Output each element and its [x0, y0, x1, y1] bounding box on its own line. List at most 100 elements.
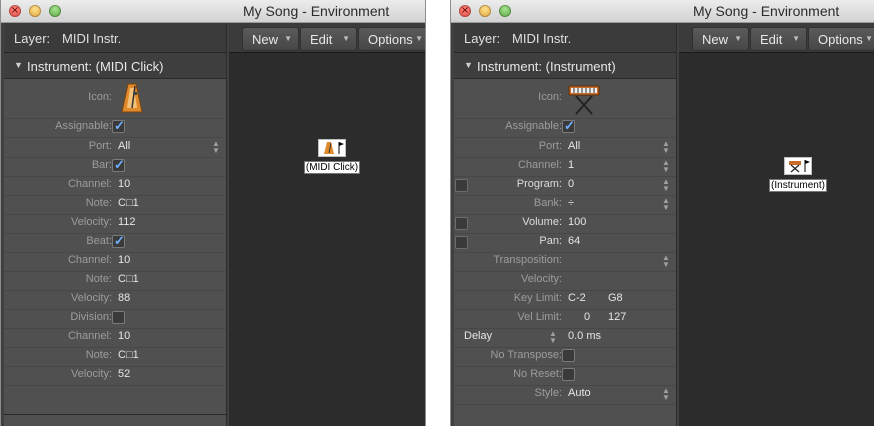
- param-no-transpose: No Transpose:: [454, 347, 676, 367]
- edit-menu-label: Edit: [760, 32, 783, 47]
- no-transpose-checkbox[interactable]: [562, 349, 575, 362]
- param-label: Volume:: [522, 216, 562, 228]
- options-menu[interactable]: Options ▼: [808, 27, 874, 51]
- param-icon: Icon:: [454, 79, 676, 119]
- bar-velocity-value[interactable]: 112: [118, 216, 136, 228]
- title-bar[interactable]: × My Song - Environment: [1, 0, 425, 23]
- no-reset-checkbox[interactable]: [562, 368, 575, 381]
- edit-menu[interactable]: Edit ▼: [750, 27, 807, 51]
- param-velocity: Velocity:: [454, 271, 676, 291]
- param-label: Port:: [538, 140, 562, 152]
- beat-velocity-value[interactable]: 88: [118, 292, 130, 304]
- key-limit-high[interactable]: G8: [608, 292, 623, 304]
- environment-canvas[interactable]: (Instrument): [679, 53, 874, 426]
- style-value[interactable]: Auto: [568, 387, 591, 399]
- instrument-object[interactable]: (Instrument): [763, 157, 833, 193]
- pan-checkbox[interactable]: [455, 236, 468, 249]
- disclosure-triangle-icon[interactable]: ▼: [464, 60, 473, 70]
- param-bar-channel: Channel: 10: [4, 176, 226, 196]
- layer-value[interactable]: MIDI Instr.: [62, 31, 121, 46]
- bank-value[interactable]: ÷: [568, 197, 574, 209]
- parameter-box-header[interactable]: ▼ Instrument: (MIDI Click): [4, 53, 226, 79]
- vel-limit-high[interactable]: 127: [608, 311, 626, 323]
- window-title: My Song - Environment: [693, 3, 840, 19]
- channel-value[interactable]: 1: [568, 159, 574, 171]
- layer-value[interactable]: MIDI Instr.: [512, 31, 571, 46]
- new-menu[interactable]: New ▼: [242, 27, 299, 51]
- disclosure-triangle-icon[interactable]: ▼: [14, 60, 23, 70]
- volume-value[interactable]: 100: [568, 216, 586, 228]
- bar-channel-value[interactable]: 10: [118, 178, 130, 190]
- environment-window-midi-click: × My Song - Environment Layer: MIDI Inst…: [0, 0, 426, 426]
- stepper-icon[interactable]: ▲ ▼: [662, 387, 670, 402]
- object-name: Instrument: (Instrument): [477, 59, 616, 74]
- edit-menu-label: Edit: [310, 32, 333, 47]
- metronome-icon[interactable]: [121, 82, 143, 114]
- bar-note-value[interactable]: C□1: [118, 197, 139, 209]
- param-label: Assignable:: [505, 120, 562, 132]
- edit-menu[interactable]: Edit ▼: [300, 27, 357, 51]
- object-label[interactable]: (Instrument): [769, 179, 827, 192]
- chevron-down-icon: ▼: [415, 34, 423, 43]
- beat-note-value[interactable]: C□1: [118, 273, 139, 285]
- stepper-icon[interactable]: ▲ ▼: [212, 140, 220, 155]
- param-port: Port: All ▲ ▼: [454, 138, 676, 158]
- param-label: Division:: [70, 311, 112, 323]
- param-key-limit: Key Limit: C-2 G8: [454, 290, 676, 310]
- close-button[interactable]: ×: [9, 5, 21, 17]
- port-value[interactable]: All: [568, 140, 580, 152]
- beat-channel-value[interactable]: 10: [118, 254, 130, 266]
- close-button[interactable]: ×: [459, 5, 471, 17]
- param-label: Icon:: [538, 91, 562, 103]
- title-bar[interactable]: × My Song - Environment: [451, 0, 874, 23]
- delay-value[interactable]: 0.0 ms: [568, 330, 601, 342]
- division-checkbox[interactable]: [112, 311, 125, 324]
- close-icon: ×: [10, 5, 20, 16]
- stepper-icon[interactable]: ▲ ▼: [662, 197, 670, 212]
- param-label: Transposition:: [493, 254, 562, 266]
- environment-canvas[interactable]: (MIDI Click): [229, 53, 425, 426]
- close-icon: ×: [460, 5, 470, 16]
- new-menu-label: New: [252, 32, 279, 47]
- key-limit-low[interactable]: C-2: [568, 292, 586, 304]
- param-beat-note: Note: C□1: [4, 271, 226, 291]
- assignable-checkbox[interactable]: ✓: [562, 118, 575, 133]
- pan-value[interactable]: 64: [568, 235, 580, 247]
- division-velocity-value[interactable]: 52: [118, 368, 130, 380]
- beat-checkbox[interactable]: ✓: [112, 233, 125, 248]
- stepper-icon[interactable]: ▲ ▼: [662, 178, 670, 193]
- param-transposition: Transposition: ▲ ▼: [454, 252, 676, 272]
- keyboard-stand-icon: [784, 157, 812, 175]
- program-value[interactable]: 0: [568, 178, 574, 190]
- stepper-icon[interactable]: ▲ ▼: [662, 254, 670, 269]
- stepper-icon[interactable]: ▲ ▼: [662, 159, 670, 174]
- minimize-button[interactable]: [29, 5, 41, 17]
- keyboard-stand-icon[interactable]: [566, 82, 602, 116]
- options-menu[interactable]: Options ▼: [358, 27, 425, 51]
- options-menu-label: Options: [818, 32, 863, 47]
- vel-limit-low[interactable]: 0: [584, 311, 590, 323]
- new-menu[interactable]: New ▼: [692, 27, 749, 51]
- port-value[interactable]: All: [118, 140, 130, 152]
- environment-window-instrument: × My Song - Environment Layer: MIDI Inst…: [450, 0, 874, 426]
- layer-menu[interactable]: Layer: MIDI Instr.: [4, 23, 226, 53]
- assignable-checkbox[interactable]: ✓: [112, 118, 125, 133]
- object-label[interactable]: (MIDI Click): [303, 161, 361, 174]
- zoom-button[interactable]: [49, 5, 61, 17]
- chevron-down-icon: ▼: [792, 34, 800, 43]
- stepper-icon[interactable]: ▲ ▼: [662, 140, 670, 155]
- division-note-value[interactable]: C□1: [118, 349, 139, 361]
- bar-checkbox[interactable]: ✓: [112, 157, 125, 172]
- division-channel-value[interactable]: 10: [118, 330, 130, 342]
- delay-menu[interactable]: Delay: [464, 330, 492, 342]
- program-checkbox[interactable]: [455, 179, 468, 192]
- volume-checkbox[interactable]: [455, 217, 468, 230]
- stepper-icon[interactable]: ▲ ▼: [549, 330, 557, 345]
- zoom-button[interactable]: [499, 5, 511, 17]
- param-style: Style: Auto ▲ ▼: [454, 385, 676, 405]
- minimize-button[interactable]: [479, 5, 491, 17]
- layer-menu[interactable]: Layer: MIDI Instr.: [454, 23, 676, 53]
- midi-click-object[interactable]: (MIDI Click): [297, 139, 367, 175]
- flag-icon: [804, 160, 810, 172]
- parameter-box-header[interactable]: ▼ Instrument: (Instrument): [454, 53, 676, 79]
